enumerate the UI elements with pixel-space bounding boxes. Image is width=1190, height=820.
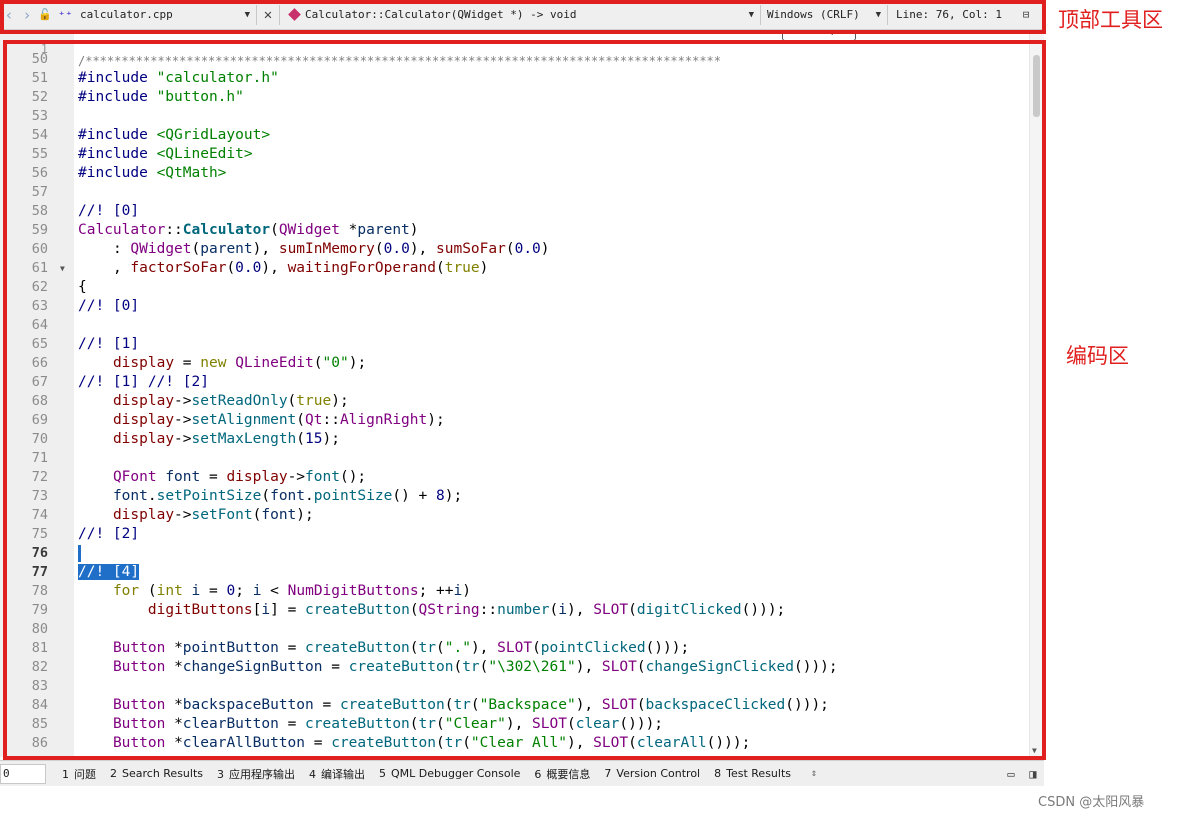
output-tab-4[interactable]: 4 编译输出 <box>303 766 373 782</box>
output-tab-label: Version Control <box>616 767 701 780</box>
output-tab-label: Test Results <box>726 767 792 780</box>
output-tab-2[interactable]: 2 Search Results <box>104 767 211 780</box>
output-tab-label: 应用程序输出 <box>229 767 296 781</box>
output-tab-label: Search Results <box>122 767 204 780</box>
locator-input[interactable]: 0 <box>0 763 46 784</box>
output-tab-number: 3 <box>217 767 225 781</box>
output-tab-1[interactable]: 1 问题 <box>56 766 104 782</box>
toolbar-annotation-label: 顶部工具区 <box>1058 8 1163 32</box>
output-tab-number: 4 <box>309 767 317 781</box>
output-tab-8[interactable]: 8 Test Results <box>708 767 799 780</box>
output-tab-number: 7 <box>604 767 612 780</box>
output-tab-5[interactable]: 5 QML Debugger Console <box>373 767 528 780</box>
code-area-highlight-box <box>3 40 1046 760</box>
output-tab-label: 问题 <box>74 767 96 781</box>
output-tab-7[interactable]: 7 Version Control <box>598 767 708 780</box>
output-tabs: 1 问题 2 Search Results 3 应用程序输出 4 编译输出 5 QML Debug… <box>56 766 799 782</box>
output-tab-label: QML Debugger Console <box>391 767 521 780</box>
output-pane-bar: 0 1 问题 2 Search Results 3 应用程序输出 4 编译输出 5 QML Deb… <box>0 760 1044 786</box>
watermark: CSDN @太阳风暴 <box>1038 795 1145 810</box>
output-tab-6[interactable]: 6 概要信息 <box>528 766 598 782</box>
toolbar-highlight-box <box>0 0 1046 34</box>
output-tab-number: 6 <box>534 767 542 781</box>
output-tab-3[interactable]: 3 应用程序输出 <box>211 766 303 782</box>
code-area-annotation-label: 编码区 <box>1066 344 1129 368</box>
progress-icon[interactable]: ▭ <box>1000 767 1022 781</box>
output-tab-label: 编译输出 <box>321 767 366 781</box>
output-tab-label: 概要信息 <box>546 767 591 781</box>
output-tab-number: 1 <box>62 767 69 781</box>
up-down-arrows-icon[interactable]: ⇕ <box>811 768 817 779</box>
output-tab-number: 8 <box>714 767 722 780</box>
output-tab-number: 2 <box>110 767 117 780</box>
output-tab-number: 5 <box>379 767 387 780</box>
sidebar-toggle-icon[interactable]: ◨ <box>1022 767 1044 781</box>
